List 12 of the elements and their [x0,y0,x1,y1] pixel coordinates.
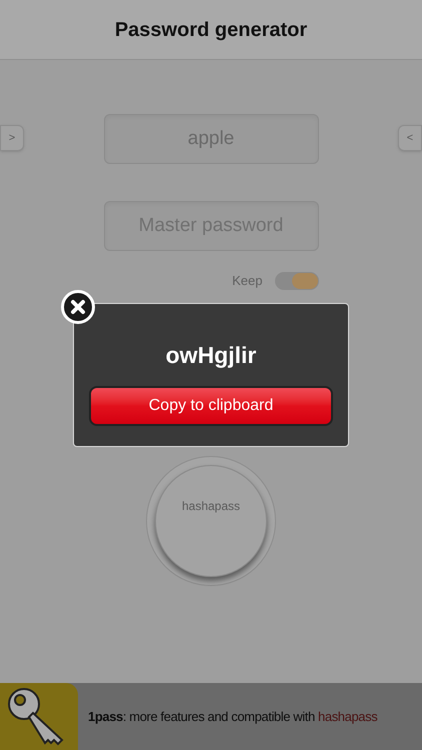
close-button[interactable] [61,290,95,324]
generated-password: owHgjlir [166,341,256,370]
ad-text[interactable]: 1pass: more features and compatible with hashapass [88,706,378,726]
ad-banner[interactable]: 1pass: more features and compatible with hashapass [0,683,422,750]
copy-button[interactable]: Copy to clipboard [89,386,333,426]
hashapass-button[interactable]: hashapass [155,464,267,576]
keep-label: Keep [232,272,262,290]
keep-toggle[interactable] [274,272,318,290]
screen-title: Password generator [114,18,308,42]
close-icon [70,299,86,315]
side-tab[interactable]: > [0,125,24,151]
side-tab[interactable]: < [398,125,422,151]
